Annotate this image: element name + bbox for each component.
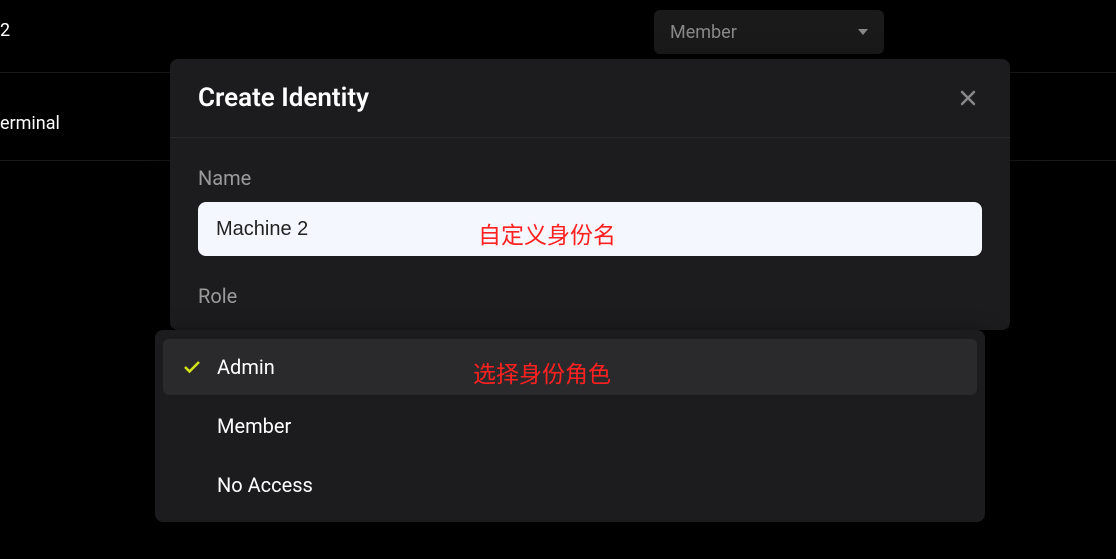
close-button[interactable] [954,84,982,112]
name-field-label: Name [198,166,982,190]
close-icon [960,90,976,106]
name-input-wrapper: 自定义身份名 [198,202,982,256]
dropdown-option-label: No Access [217,473,313,497]
name-input[interactable] [198,202,982,256]
modal-header: Create Identity [170,59,1010,138]
bg-partial-word: erminal [0,113,60,134]
bg-select-label: Member [670,22,737,43]
bg-role-select[interactable]: Member [654,10,884,54]
dropdown-option-label: Member [217,414,291,438]
check-icon [181,360,203,374]
role-dropdown: Admin 选择身份角色 Member No Access [155,330,985,522]
annotation-role-hint: 选择身份角色 [473,355,611,389]
dropdown-option-label: Admin [217,355,275,379]
dropdown-option-noaccess[interactable]: No Access [163,457,977,513]
bg-partial-number: 2 [0,20,10,41]
create-identity-modal: Create Identity Name 自定义身份名 Role [170,59,1010,330]
role-section: Role [198,284,982,308]
modal-title: Create Identity [198,83,369,113]
modal-body: Name 自定义身份名 Role [170,138,1010,330]
caret-down-icon [858,29,868,35]
dropdown-option-member[interactable]: Member [163,398,977,454]
dropdown-option-admin[interactable]: Admin 选择身份角色 [163,339,977,395]
role-field-label: Role [198,284,982,308]
